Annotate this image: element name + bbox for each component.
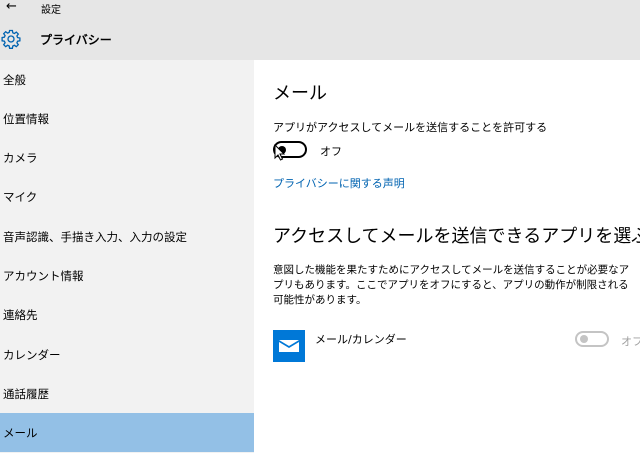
sidebar-item-label: 音声認識、手描き入力、入力の設定 <box>3 230 187 244</box>
page-header: プライバシー <box>0 18 640 60</box>
toggle-knob <box>580 335 588 343</box>
privacy-statement-link[interactable]: プライバシーに関する声明 <box>273 175 405 191</box>
sidebar-item-email[interactable]: メール <box>0 413 254 452</box>
section-heading: メール <box>273 83 327 104</box>
back-arrow-icon[interactable]: ← <box>6 0 17 14</box>
page-title: プライバシー <box>40 33 112 47</box>
app-toggle-state-label: オフ <box>621 335 640 348</box>
app-toggle[interactable] <box>575 331 609 347</box>
sidebar-item-call-history[interactable]: 通話履歴 <box>0 374 254 413</box>
main-content: メール アプリがアクセスしてメールを送信することを許可する オフ プライバシーに… <box>254 60 640 453</box>
sidebar-item-label: 連絡先 <box>3 308 38 322</box>
sidebar-item-contacts[interactable]: 連絡先 <box>0 295 254 334</box>
sidebar-item-label: メール <box>3 426 38 440</box>
toggle-state-label: オフ <box>320 145 342 158</box>
mouse-pointer-icon <box>274 144 286 161</box>
sidebar-item-microphone[interactable]: マイク <box>0 177 254 216</box>
sidebar-item-calendar[interactable]: カレンダー <box>0 335 254 374</box>
window-title: 設定 <box>41 5 61 16</box>
sidebar-item-label: アカウント情報 <box>3 269 84 283</box>
sidebar-item-label: 全般 <box>3 73 26 87</box>
sidebar-item-general[interactable]: 全般 <box>0 60 254 99</box>
sidebar-item-label: マイク <box>3 190 38 204</box>
title-bar: ← 設定 <box>0 0 640 18</box>
sidebar-item-location[interactable]: 位置情報 <box>0 99 254 138</box>
mail-icon <box>273 330 305 362</box>
sidebar-item-account-info[interactable]: アカウント情報 <box>0 256 254 295</box>
sidebar-item-label: 位置情報 <box>3 112 49 126</box>
sidebar-item-label: カメラ <box>3 151 38 165</box>
app-name: メール/カレンダー <box>315 333 407 346</box>
sidebar: 全般 位置情報 カメラ マイク 音声認識、手描き入力、入力の設定 アカウント情報… <box>0 60 254 453</box>
sidebar-item-camera[interactable]: カメラ <box>0 138 254 177</box>
allow-email-label: アプリがアクセスしてメールを送信することを許可する <box>273 121 548 134</box>
sidebar-item-label: 通話履歴 <box>3 387 49 401</box>
description-text: 意図した機能を果たすためにアクセスしてメールを送信することが必要なアプリもありま… <box>273 264 630 306</box>
choose-apps-heading: アクセスしてメールを送信できるアプリを選ぶ <box>273 226 640 247</box>
sidebar-item-label: カレンダー <box>3 348 61 362</box>
sidebar-item-speech[interactable]: 音声認識、手描き入力、入力の設定 <box>0 217 254 256</box>
gear-icon <box>1 29 21 49</box>
app-row-mail-calendar: メール/カレンダー オフ <box>273 328 640 364</box>
